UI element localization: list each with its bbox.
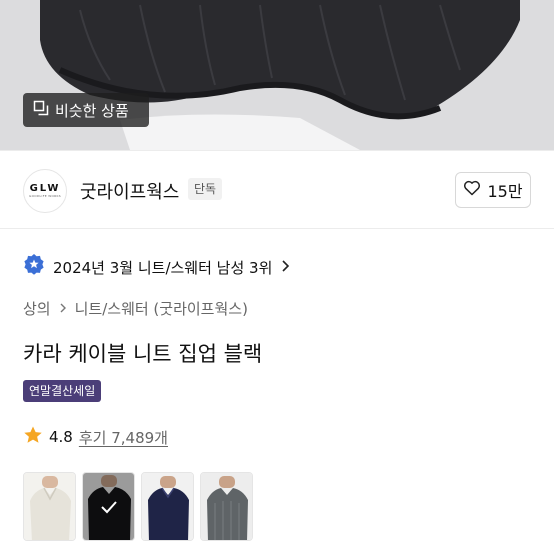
brand-row: GLW GOODLIFE WORKS 굿라이프웍스 단독 15만 bbox=[0, 158, 554, 222]
color-option-gray[interactable] bbox=[200, 472, 253, 541]
divider bbox=[0, 150, 554, 151]
similar-products-icon bbox=[33, 100, 49, 120]
like-count: 15만 bbox=[487, 182, 523, 201]
review-count-link[interactable]: 후기 7,489개 bbox=[79, 427, 168, 448]
color-options bbox=[23, 472, 253, 541]
color-option-black[interactable] bbox=[82, 472, 135, 541]
sale-tag: 연말결산세일 bbox=[23, 380, 102, 402]
rating-row: 4.8 후기 7,489개 bbox=[23, 426, 168, 448]
like-button[interactable]: 15만 bbox=[455, 172, 531, 208]
rating-score: 4.8 bbox=[49, 428, 73, 446]
selected-check-icon bbox=[83, 473, 134, 540]
brand-logo[interactable]: GLW GOODLIFE WORKS bbox=[23, 169, 67, 213]
chevron-right-icon bbox=[59, 300, 67, 318]
star-icon bbox=[23, 425, 43, 449]
product-title: 카라 케이블 니트 집업 블랙 bbox=[23, 342, 263, 366]
brand-logo-subtext: GOODLIFE WORKS bbox=[29, 194, 61, 198]
brand-name[interactable]: 굿라이프웍스 bbox=[80, 178, 179, 204]
color-option-navy[interactable] bbox=[141, 472, 194, 541]
similar-products-button[interactable]: 비슷한 상품 bbox=[23, 93, 149, 127]
ranking-badge-icon bbox=[23, 253, 45, 281]
ranking-text: 2024년 3월 니트/스웨터 남성 3위 bbox=[53, 258, 273, 277]
breadcrumb: 상의 니트/스웨터 (굿라이프웍스) bbox=[23, 298, 248, 319]
chevron-right-icon bbox=[280, 258, 290, 277]
brand-logo-text: GLW bbox=[29, 183, 61, 194]
exclusive-badge: 단독 bbox=[188, 178, 223, 200]
breadcrumb-subcategory[interactable]: 니트/스웨터 (굿라이프웍스) bbox=[75, 298, 248, 319]
divider bbox=[0, 228, 554, 229]
ranking-link[interactable]: 2024년 3월 니트/스웨터 남성 3위 bbox=[23, 253, 290, 281]
product-photo-graphic bbox=[0, 0, 554, 150]
color-option-ivory[interactable] bbox=[23, 472, 76, 541]
breadcrumb-category[interactable]: 상의 bbox=[23, 298, 51, 319]
product-image[interactable]: 비슷한 상품 bbox=[0, 0, 554, 150]
heart-icon bbox=[463, 180, 481, 200]
similar-products-label: 비슷한 상품 bbox=[55, 101, 129, 120]
